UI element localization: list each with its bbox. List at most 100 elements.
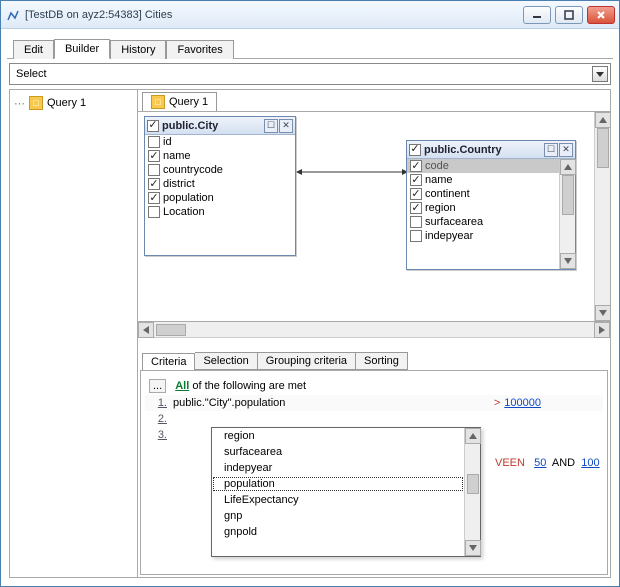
popup-item[interactable]: population: [212, 476, 464, 492]
field-check[interactable]: [148, 164, 160, 176]
field-row[interactable]: ✓region: [407, 201, 559, 215]
tab-favorites[interactable]: Favorites: [166, 40, 233, 59]
tab-sorting[interactable]: Sorting: [356, 352, 408, 370]
criteria-operator[interactable]: >: [494, 397, 500, 409]
popup-item[interactable]: gnpold: [212, 524, 464, 540]
table-vscroll[interactable]: [559, 159, 575, 269]
scroll-thumb[interactable]: [467, 474, 479, 494]
tab-grouping[interactable]: Grouping criteria: [258, 352, 356, 370]
field-check[interactable]: ✓: [410, 202, 422, 214]
query-tab-1[interactable]: □ Query 1: [142, 92, 217, 111]
close-button[interactable]: [587, 6, 615, 24]
scroll-thumb[interactable]: [597, 128, 609, 168]
table-close-icon[interactable]: ✕: [279, 119, 293, 133]
app-icon: [5, 7, 21, 23]
criteria-value[interactable]: 100000: [504, 397, 541, 409]
tab-edit[interactable]: Edit: [13, 40, 54, 59]
query-type-combo[interactable]: Select: [9, 63, 611, 85]
field-row[interactable]: indepyear: [407, 229, 559, 243]
field-suggest-popup[interactable]: region surfacearea indepyear population …: [211, 427, 481, 557]
field-row[interactable]: ✓name: [407, 173, 559, 187]
field-check[interactable]: ✓: [410, 188, 422, 200]
field-row[interactable]: Location: [145, 205, 295, 219]
criteria-panel: ... All of the following are met 1. publ…: [140, 370, 608, 575]
criteria-value[interactable]: 100: [581, 457, 599, 469]
popup-item[interactable]: surfacearea: [212, 444, 464, 460]
criteria-options-button[interactable]: ...: [149, 379, 166, 393]
scroll-up-icon[interactable]: [595, 112, 610, 128]
popup-vscroll[interactable]: [464, 428, 480, 556]
field-check[interactable]: ✓: [410, 160, 422, 172]
query-type-value: Select: [16, 68, 592, 80]
field-check[interactable]: ✓: [410, 174, 422, 186]
field-name: population: [163, 192, 214, 204]
diagram-vscroll[interactable]: [594, 112, 610, 321]
scroll-down-icon[interactable]: [560, 253, 576, 269]
criteria-row-2[interactable]: 2.: [145, 411, 603, 427]
field-check[interactable]: ✓: [148, 192, 160, 204]
query-tab-label: Query 1: [169, 96, 208, 108]
table-box-country[interactable]: ✓ public.Country ☐ ✕ ✓code ✓name ✓contin…: [406, 140, 576, 270]
field-row[interactable]: ✓code: [407, 159, 559, 173]
combo-dropdown-button[interactable]: [592, 66, 608, 82]
criteria-header-text: of the following are met: [192, 380, 306, 392]
scroll-up-icon[interactable]: [560, 159, 576, 175]
field-row[interactable]: ✓continent: [407, 187, 559, 201]
field-row[interactable]: surfacearea: [407, 215, 559, 229]
scroll-left-icon[interactable]: [138, 322, 154, 338]
table-max-icon[interactable]: ☐: [544, 143, 558, 157]
tree-expand-icon: ⋯: [14, 97, 25, 110]
criteria-row-num[interactable]: 1.: [147, 397, 167, 409]
main-tabs: Edit Builder History Favorites: [7, 33, 613, 59]
criteria-value[interactable]: 50: [534, 457, 546, 469]
table-header-country[interactable]: ✓ public.Country ☐ ✕: [407, 141, 575, 159]
criteria-row-num[interactable]: 2.: [147, 413, 167, 425]
field-check[interactable]: ✓: [148, 150, 160, 162]
query-icon: □: [29, 96, 43, 110]
field-row[interactable]: ✓name: [145, 149, 295, 163]
scroll-down-icon[interactable]: [465, 540, 481, 556]
criteria-expression[interactable]: public."City".population: [173, 397, 490, 409]
criteria-row-1[interactable]: 1. public."City".population > 100000: [145, 395, 603, 411]
maximize-button[interactable]: [555, 6, 583, 24]
join-link[interactable]: [296, 167, 408, 175]
field-row[interactable]: ✓population: [145, 191, 295, 205]
tab-criteria[interactable]: Criteria: [142, 353, 195, 371]
table-header-city[interactable]: ✓ public.City ☐ ✕: [145, 117, 295, 135]
field-row[interactable]: countrycode: [145, 163, 295, 177]
field-row[interactable]: id: [145, 135, 295, 149]
field-check[interactable]: [148, 136, 160, 148]
tab-builder[interactable]: Builder: [54, 39, 110, 59]
popup-item[interactable]: gnp: [212, 508, 464, 524]
scroll-right-icon[interactable]: [594, 322, 610, 338]
tab-history[interactable]: History: [110, 40, 166, 59]
field-check[interactable]: [410, 230, 422, 242]
field-check[interactable]: ✓: [148, 178, 160, 190]
popup-item[interactable]: indepyear: [212, 460, 464, 476]
table-close-icon[interactable]: ✕: [559, 143, 573, 157]
field-name: code: [425, 160, 449, 172]
field-check[interactable]: [410, 216, 422, 228]
scroll-thumb[interactable]: [156, 324, 186, 336]
popup-item[interactable]: region: [212, 428, 464, 444]
field-name: surfacearea: [425, 216, 483, 228]
field-name: region: [425, 202, 456, 214]
field-name: district: [163, 178, 195, 190]
minimize-button[interactable]: [523, 6, 551, 24]
diagram-hscroll[interactable]: [138, 322, 610, 338]
field-check[interactable]: [148, 206, 160, 218]
criteria-row-num[interactable]: 3.: [147, 429, 167, 441]
tab-selection[interactable]: Selection: [195, 352, 257, 370]
scroll-thumb[interactable]: [562, 175, 574, 215]
table-box-city[interactable]: ✓ public.City ☐ ✕ id ✓name countrycode ✓…: [144, 116, 296, 256]
table-max-icon[interactable]: ☐: [264, 119, 278, 133]
tree-item-query1[interactable]: ⋯ □ Query 1: [14, 94, 133, 112]
scroll-up-icon[interactable]: [465, 428, 481, 444]
popup-item[interactable]: LifeExpectancy: [212, 492, 464, 508]
criteria-mode-all[interactable]: All: [175, 380, 189, 392]
scroll-down-icon[interactable]: [595, 305, 610, 321]
table-check-country[interactable]: ✓: [409, 144, 421, 156]
field-row[interactable]: ✓district: [145, 177, 295, 191]
table-check-city[interactable]: ✓: [147, 120, 159, 132]
field-name: Location: [163, 206, 205, 218]
